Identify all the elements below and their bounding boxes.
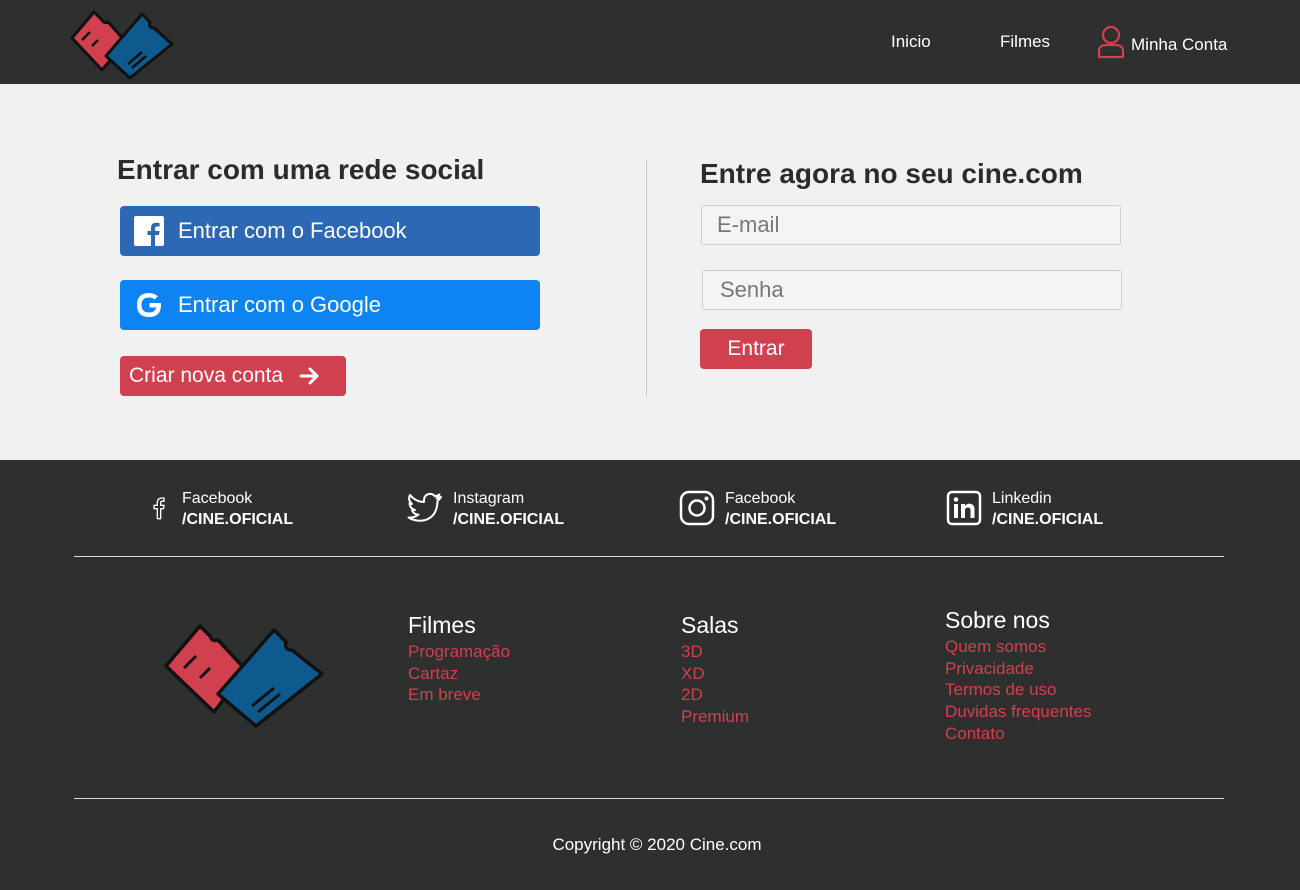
footer-link-termos[interactable]: Termos de uso	[945, 679, 1091, 701]
account-link[interactable]: Minha Conta	[1097, 25, 1227, 59]
email-field[interactable]	[701, 205, 1121, 245]
user-icon	[1097, 25, 1125, 59]
social-text: Instagram /CINE.OFICIAL	[453, 488, 564, 530]
social-link-linkedin[interactable]: Linkedin /CINE.OFICIAL	[946, 488, 1103, 530]
footer-link-privacidade[interactable]: Privacidade	[945, 658, 1091, 680]
linkedin-icon	[946, 490, 982, 526]
social-handle: /CINE.OFICIAL	[182, 511, 294, 528]
nav-filmes[interactable]: Filmes	[1000, 32, 1050, 52]
tickets-heart-logo	[164, 624, 324, 728]
footer-link-programacao[interactable]: Programação	[408, 641, 510, 663]
footer-link-premium[interactable]: Premium	[681, 706, 749, 728]
facebook-icon	[134, 216, 164, 246]
social-link-facebook[interactable]: Facebook /CINE.OFICIAL	[148, 488, 293, 530]
facebook-login-label: Entrar com o Facebook	[178, 218, 407, 243]
copyright-text: Copyright © 2020 Cine.com	[552, 835, 762, 854]
footer-column-sobre: Sobre nos Quem somos Privacidade Termos …	[945, 607, 1091, 745]
login-submit-button[interactable]: Entrar	[700, 329, 812, 369]
password-field[interactable]	[702, 270, 1122, 310]
google-login-label: Entrar com o Google	[178, 292, 381, 317]
nav-inicio[interactable]: Inicio	[891, 32, 931, 52]
footer-column-title: Filmes	[408, 612, 476, 638]
footer-divider	[74, 556, 1224, 557]
facebook-login-button[interactable]: Entrar com o Facebook	[120, 206, 540, 256]
footer-column-title: Salas	[681, 612, 739, 638]
social-handle: /CINE.OFICIAL	[725, 511, 837, 528]
social-text: Linkedin /CINE.OFICIAL	[992, 488, 1103, 530]
facebook-icon	[153, 497, 165, 520]
login-section: Entrar com uma rede social Entrar com o …	[0, 84, 1300, 460]
site-header: Inicio Filmes Minha Conta	[0, 0, 1300, 84]
instagram-icon	[679, 490, 715, 526]
footer-column-title: Sobre nos	[945, 607, 1050, 633]
footer-link-quem-somos[interactable]: Quem somos	[945, 636, 1091, 658]
social-text: Facebook /CINE.OFICIAL	[725, 488, 836, 530]
site-footer: Facebook /CINE.OFICIAL Instagram /CINE.O…	[0, 460, 1300, 890]
social-link-instagram[interactable]: Instagram /CINE.OFICIAL	[407, 488, 564, 530]
footer-link-2d[interactable]: 2D	[681, 684, 749, 706]
footer-column-salas: Salas 3D XD 2D Premium	[681, 612, 749, 728]
social-handle: /CINE.OFICIAL	[992, 511, 1104, 528]
arrow-right-icon	[299, 367, 319, 385]
social-name: Facebook	[725, 490, 796, 507]
google-icon	[137, 293, 161, 317]
footer-link-contato[interactable]: Contato	[945, 723, 1091, 745]
social-text: Facebook /CINE.OFICIAL	[182, 488, 293, 530]
twitter-icon	[407, 492, 442, 522]
tickets-heart-logo[interactable]	[68, 6, 176, 80]
footer-link-cartaz[interactable]: Cartaz	[408, 663, 510, 685]
footer-link-duvidas[interactable]: Duvidas frequentes	[945, 701, 1091, 723]
account-label: Minha Conta	[1131, 34, 1228, 54]
footer-divider	[74, 798, 1224, 799]
social-login-title: Entrar com uma rede social	[117, 154, 485, 185]
social-name: Instagram	[453, 490, 525, 507]
social-name: Linkedin	[992, 490, 1052, 507]
footer-link-em-breve[interactable]: Em breve	[408, 684, 510, 706]
footer-link-xd[interactable]: XD	[681, 663, 749, 685]
create-account-button[interactable]: Criar nova conta	[120, 356, 346, 396]
social-name: Facebook	[182, 490, 253, 507]
social-handle: /CINE.OFICIAL	[453, 511, 565, 528]
footer-column-filmes: Filmes Programação Cartaz Em breve	[408, 612, 510, 706]
create-account-label: Criar nova conta	[129, 364, 284, 387]
google-login-button[interactable]: Entrar com o Google	[120, 280, 540, 330]
social-link-facebook-2[interactable]: Facebook /CINE.OFICIAL	[679, 488, 836, 530]
login-title: Entre agora no seu cine.com	[700, 158, 1083, 189]
vertical-divider	[646, 160, 647, 396]
footer-link-3d[interactable]: 3D	[681, 641, 749, 663]
